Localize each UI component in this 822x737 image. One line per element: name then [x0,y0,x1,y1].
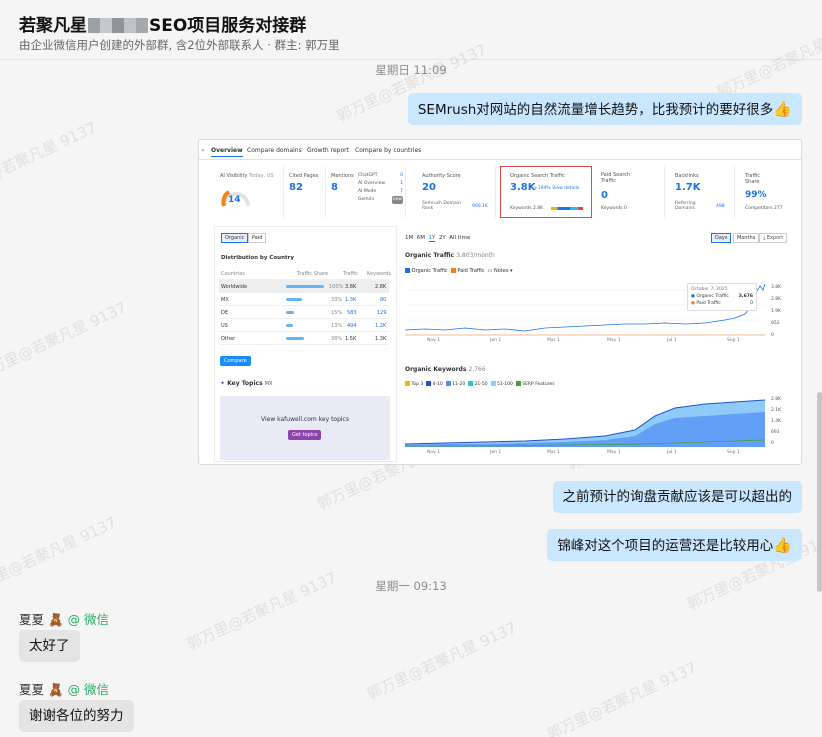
svg-text:2.1K: 2.1K [771,407,782,413]
semrush-screenshot-image[interactable]: « Overview Compare domains Growth report… [198,139,802,465]
traffic-legend: Organic Traffic Paid Traffic ▭ Notes ▾ [405,268,513,274]
sender-label: 夏夏 🧸 @ 微信 [19,682,110,697]
organic-search-traffic-card: Organic Search Traffic 3.8K +194% View d… [500,166,592,218]
period-selector: 1M 6M 1Y 2Y All time [405,235,471,242]
tab-growth-report: Growth report [307,147,349,154]
ai-visibility-card: AI Visibility Today, US 14 [214,166,284,218]
svg-text:2.8K: 2.8K [771,396,782,402]
message-bubble[interactable]: 太好了 [19,630,80,662]
compare-button: Compare [220,356,251,366]
redacted-name-blur [88,18,148,33]
table-row: Other 38% 1.5K 1.3K [219,332,389,345]
keywords-legend: Top 3 4-10 11-20 21-50 51-100 SERP Featu… [405,381,555,387]
watermark: 郭万里@若聚凡星 9137 [544,658,700,737]
get-topics-button: Get topics [288,430,322,440]
tab-overview: Overview [211,147,243,157]
export-button: ⤓ Export [759,233,788,243]
toggle-paid: Paid [248,233,267,243]
organic-keywords-chart: 2.8K 2.1K 1.4K 693 0 [405,396,782,447]
sparkle-icon: ✦ [220,380,226,387]
chat-header: 若聚凡星 SEO项目服务对接群 由企业微信用户创建的外部群, 含2位外部联系人 ·… [0,0,822,60]
authority-score-card: Authority Score 20 Semrush Domain Rank 9… [416,166,496,218]
sender-label: 夏夏 🧸 @ 微信 [19,612,110,627]
paid-search-traffic-card: Paid Search Traffic 0 Keywords 0 [595,166,665,218]
source-ai-overview: AI Overview 1 [358,181,403,186]
chat-scrollbar[interactable] [817,392,822,592]
svg-text:3.8K: 3.8K [771,284,782,290]
svg-text:0: 0 [771,332,774,338]
avatar-emoji-icon: 🧸 [48,612,64,627]
message-bubble[interactable]: SEMrush对网站的自然流量增长趋势，比我预计的要好很多👍 [407,93,802,125]
timestamp: 星期日 11:09 [375,63,447,77]
notes-icon: ▭ [487,268,493,274]
timestamp: 星期一 09:13 [375,579,447,593]
group-subtitle: 由企业微信用户创建的外部群, 含2位外部联系人 · 群主: 郭万里 [19,38,340,52]
months-toggle: Months [733,233,760,243]
svg-text:2.8K: 2.8K [771,296,782,302]
collapse-icon: « [201,147,205,154]
watermark: 郭万里@若聚凡星 9137 [364,618,520,704]
svg-text:693: 693 [771,429,780,435]
key-topics-label: ✦ Key Topics MX [220,380,273,387]
table-row: Worldwide 100% 3.8K 2.8K [219,280,389,293]
organic-traffic-title: Organic Traffic 3,803/month [405,252,495,259]
watermark: 郭万里@若聚凡星 9137 [0,118,100,204]
table-row: US 13% 494 1.2K [219,319,389,332]
watermark: 郭万里@若聚凡星 9137 [0,298,130,384]
svg-text:1.4K: 1.4K [771,418,782,424]
source-gemini: Gemini new [358,196,403,204]
thumbs-up-icon: 👍 [773,536,792,554]
message-bubble[interactable]: 之前预计的询盘贡献应该是可以超出的 [552,481,802,513]
screenshot-tab-bar: « Overview Compare domains Growth report… [199,140,801,160]
keyword-distribution-bar [551,207,583,210]
table-row: MX 33% 1.3K 80 [219,293,389,306]
cited-pages-card: Cited Pages 82 [286,166,326,218]
svg-text:952: 952 [771,320,780,326]
table-header: Countries Traffic Share Traffic Keywords [219,267,391,280]
backlinks-card: Backlinks 1.7K Referring Domains 498 [669,166,735,218]
mentions-card: Mentions 8 ChatGPT 0 AI Overview 1 AI Mode… [328,166,406,218]
svg-text:1.9K: 1.9K [771,308,782,314]
svg-text:0: 0 [771,440,774,446]
source-ai-mode: AI Mode 7 [358,189,403,194]
tab-compare-domains: Compare domains [247,147,302,154]
message-bubble[interactable]: 谢谢各位的努力 [19,700,134,732]
thumbs-up-icon: 👍 [773,100,792,118]
distribution-title: Distribution by Country [221,255,294,261]
key-topics-box: View kafuwell.com key topics Get topics [220,396,390,460]
days-toggle: Days [711,233,732,243]
group-title[interactable]: 若聚凡星 SEO项目服务对接群 [19,11,306,36]
source-chatgpt: ChatGPT 0 [358,173,403,178]
avatar-emoji-icon: 🧸 [48,682,64,697]
tab-compare-countries: Compare by countries [355,147,422,154]
chart-tooltip: October 7, 2025 ● Organic Traffic 3,676 … [687,283,757,311]
toggle-organic: Organic [221,233,249,243]
message-bubble[interactable]: 锦峰对这个项目的运营还是比较用心👍 [547,529,802,561]
traffic-share-card: Traffic Share 99% Competitors 277 [745,173,783,211]
table-row: DE 15% 583 129 [219,306,389,319]
organic-keywords-title: Organic Keywords 2,766 [405,366,486,373]
